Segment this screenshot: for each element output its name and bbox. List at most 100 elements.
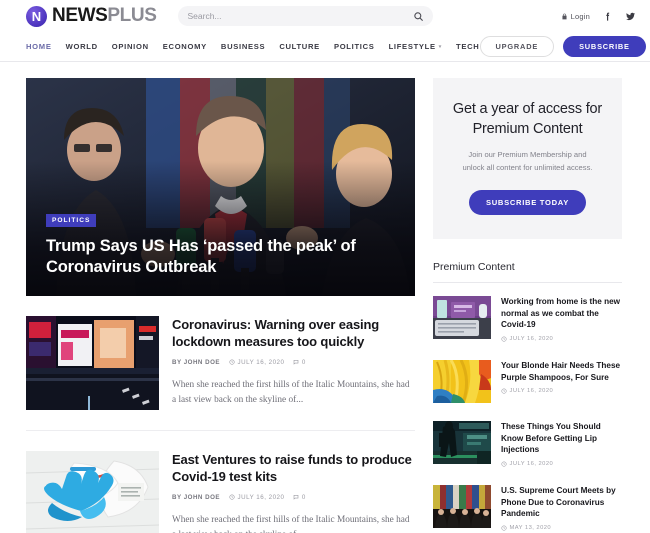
twitter-icon[interactable] [625, 11, 636, 22]
times-square-night-image [26, 316, 159, 410]
sidebar-item-title[interactable]: These Things You Should Know Before Gett… [501, 421, 622, 456]
nav-item-business[interactable]: BUSINESS [221, 42, 265, 51]
sidebar-item-date-label: JULY 16, 2020 [509, 388, 554, 395]
nav-item-opinion[interactable]: OPINION [112, 42, 149, 51]
article-meta: BY JOHN DOE JULY 16, 2020 0 [172, 494, 415, 501]
sidebar-item-date: JULY 16, 2020 [501, 388, 622, 394]
sidebar-thumbnail[interactable] [433, 296, 491, 340]
logo-text: NEWSPLUS [52, 5, 157, 27]
sidebar-item-title[interactable]: Working from home is the new normal as w… [501, 296, 622, 331]
article-thumbnail[interactable] [26, 316, 159, 410]
sidebar-thumbnail[interactable] [433, 360, 491, 404]
article-author: BY JOHN DOE [172, 358, 221, 366]
comment-icon [294, 495, 299, 500]
clock-icon [501, 461, 507, 467]
lock-icon [562, 13, 567, 19]
article-comments: 0 [293, 494, 305, 501]
hero-article[interactable]: POLITICS Trump Says US Has ‘passed the p… [26, 78, 415, 296]
nav-item-label: TECH [456, 42, 480, 51]
article-body: Coronavirus: Warning over easing lockdow… [172, 316, 415, 410]
article-title[interactable]: East Ventures to raise funds to produce … [172, 451, 415, 486]
article-list-item[interactable]: Coronavirus: Warning over easing lockdow… [26, 296, 415, 430]
sidebar-item-body: U.S. Supreme Court Meets by Phone Due to… [501, 485, 622, 531]
article-excerpt: When she reached the first hills of the … [172, 514, 410, 533]
nav-item-culture[interactable]: CULTURE [279, 42, 320, 51]
hero-category-badge[interactable]: POLITICS [46, 213, 97, 227]
search-bar[interactable] [178, 6, 434, 26]
sidebar-item-date-label: JULY 16, 2020 [509, 336, 554, 343]
logo-text-secondary: PLUS [107, 5, 157, 26]
clock-icon [501, 388, 507, 394]
hero-headline[interactable]: Trump Says US Has ‘passed the peak’ of C… [46, 236, 395, 278]
article-author: BY JOHN DOE [172, 493, 221, 501]
sidebar-list-item[interactable]: These Things You Should Know Before Gett… [433, 412, 622, 476]
article-comment-count: 0 [301, 493, 306, 501]
sidebar-thumbnail[interactable] [433, 485, 491, 528]
article-date: JULY 16, 2020 [229, 494, 284, 501]
article-comment-count: 0 [301, 358, 306, 366]
main-navigation: HOME WORLD OPINION ECONOMY BUSINESS CULT… [0, 32, 650, 62]
sidebar-list-item[interactable]: Your Blonde Hair Needs These Purple Sham… [433, 351, 622, 412]
comment-icon [294, 360, 299, 365]
article-date-label: JULY 16, 2020 [237, 493, 285, 501]
nav-item-list: HOME WORLD OPINION ECONOMY BUSINESS CULT… [26, 42, 480, 51]
sidebar-item-date: JULY 16, 2020 [501, 336, 622, 342]
sidebar-thumbnail[interactable] [433, 421, 491, 465]
page-content: POLITICS Trump Says US Has ‘passed the p… [0, 62, 650, 533]
top-bar-actions: Login [561, 11, 636, 22]
article-thumbnail[interactable] [26, 451, 159, 533]
sidebar-item-title[interactable]: Your Blonde Hair Needs These Purple Sham… [501, 360, 622, 383]
clock-icon [229, 494, 235, 500]
sidebar-list-item[interactable]: U.S. Supreme Court Meets by Phone Due to… [433, 476, 622, 533]
nav-item-politics[interactable]: POLITICS [334, 42, 375, 51]
logo-mark-letter: N [31, 8, 42, 24]
search-icon[interactable] [413, 11, 424, 22]
nav-item-lifestyle[interactable]: LIFESTYLE ▾ [389, 42, 442, 51]
login-label: Login [570, 11, 590, 21]
login-link[interactable]: Login [561, 12, 590, 21]
dark-corridor-image [433, 421, 491, 465]
nav-item-label: WORLD [65, 42, 98, 51]
nav-item-home[interactable]: HOME [26, 42, 52, 51]
article-body: East Ventures to raise funds to produce … [172, 451, 415, 533]
article-list-item[interactable]: East Ventures to raise funds to produce … [26, 430, 415, 533]
yellow-feathers-image [433, 360, 491, 404]
nav-item-world[interactable]: WORLD [66, 42, 98, 51]
nav-item-tech[interactable]: TECH [456, 42, 479, 51]
nav-item-label: POLITICS [333, 42, 375, 51]
nav-item-label: OPINION [111, 42, 149, 51]
article-comments: 0 [293, 359, 305, 366]
medical-gloves-image [26, 451, 159, 533]
cta-subtitle: Join our Premium Membership and unlock a… [462, 150, 593, 172]
hero-caption: POLITICS Trump Says US Has ‘passed the p… [46, 209, 395, 278]
sidebar-item-body: Your Blonde Hair Needs These Purple Sham… [501, 360, 622, 394]
sidebar-item-title[interactable]: U.S. Supreme Court Meets by Phone Due to… [501, 485, 622, 520]
article-title[interactable]: Coronavirus: Warning over easing lockdow… [172, 316, 415, 351]
facebook-icon[interactable] [602, 11, 613, 22]
sidebar-item-date: JULY 16, 2020 [501, 461, 622, 467]
nav-item-label: BUSINESS [220, 42, 266, 51]
sidebar-list-item[interactable]: Working from home is the new normal as w… [433, 287, 622, 351]
upgrade-button[interactable]: UPGRADE [479, 36, 555, 57]
subscribe-button[interactable]: SUBSCRIBE [563, 36, 646, 57]
clock-icon [229, 359, 235, 365]
clock-icon [501, 336, 507, 342]
clock-icon [501, 525, 507, 531]
cta-title: Get a year of access for Premium Content [452, 101, 603, 137]
subscribe-today-button[interactable]: SUBSCRIBE TODAY [468, 190, 587, 216]
sidebar: Get a year of access for Premium Content… [433, 78, 622, 533]
sidebar-item-date-label: JULY 16, 2020 [509, 461, 554, 467]
nav-item-economy[interactable]: ECONOMY [163, 42, 207, 51]
article-date: JULY 16, 2020 [229, 359, 284, 366]
article-date-label: JULY 16, 2020 [237, 358, 285, 366]
search-input[interactable] [187, 6, 414, 26]
nav-item-label: ECONOMY [162, 42, 207, 51]
logo-mark-icon: N [26, 5, 47, 27]
officials-flags-image [433, 485, 491, 528]
nav-item-label: HOME [26, 42, 52, 51]
main-column: POLITICS Trump Says US Has ‘passed the p… [26, 78, 415, 533]
sidebar-item-date: MAY 13, 2020 [501, 525, 622, 531]
top-bar: N NEWSPLUS Login [0, 0, 650, 32]
site-logo[interactable]: N NEWSPLUS [26, 5, 157, 27]
article-meta: BY JOHN DOE JULY 16, 2020 0 [172, 359, 415, 366]
